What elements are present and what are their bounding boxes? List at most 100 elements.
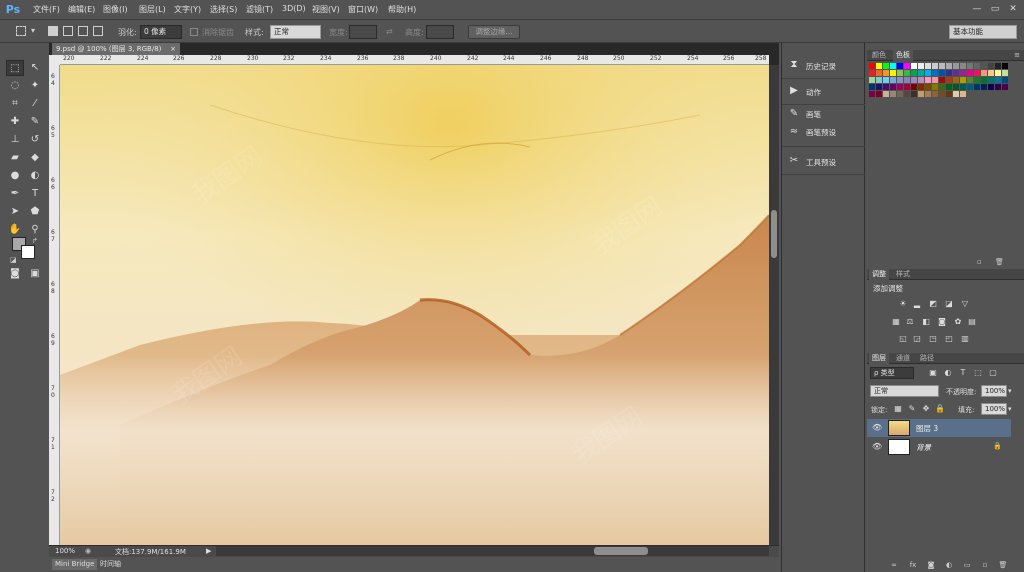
color-swatch[interactable] <box>974 70 980 76</box>
vertical-ruler[interactable]: 6 4 6 5 6 6 6 7 6 8 6 9 7 0 7 1 7 2 <box>49 65 60 545</box>
color-swatch[interactable] <box>946 70 952 76</box>
color-swatch[interactable] <box>876 63 882 69</box>
layer-style-icon[interactable]: fx <box>908 561 918 570</box>
dodge-tool-icon[interactable]: ◐ <box>26 168 44 184</box>
filter-shape-icon[interactable]: ⬚ <box>973 368 983 378</box>
panel-brush-preset[interactable]: ≈ 画笔预设 <box>782 123 865 147</box>
tab-timeline[interactable]: 时间轴 <box>97 559 124 570</box>
subtract-selection-icon[interactable] <box>78 26 88 36</box>
antialias-checkbox[interactable] <box>190 28 198 36</box>
color-swatch[interactable] <box>960 91 966 97</box>
color-swatch[interactable] <box>897 63 903 69</box>
color-swatch[interactable] <box>876 70 882 76</box>
color-swatch[interactable] <box>974 77 980 83</box>
color-swatch[interactable] <box>932 91 938 97</box>
color-swatch[interactable] <box>953 63 959 69</box>
filter-type-icon[interactable]: T <box>958 368 968 378</box>
color-swatch[interactable] <box>988 70 994 76</box>
tab-styles[interactable]: 样式 <box>893 269 913 280</box>
style-select[interactable]: 正常 <box>270 25 321 39</box>
lasso-tool-icon[interactable]: ◌ <box>6 78 24 94</box>
status-share-icon[interactable]: ◉ <box>85 547 91 555</box>
color-swatch[interactable] <box>946 77 952 83</box>
new-adjustment-icon[interactable]: ◐ <box>944 561 954 570</box>
panel-menu-icon[interactable]: ≡ <box>1014 51 1020 59</box>
fill-input[interactable]: 100% <box>981 403 1007 415</box>
swap-colors-icon[interactable]: ↱ <box>32 237 38 245</box>
color-swatch[interactable] <box>918 63 924 69</box>
color-swatch[interactable] <box>883 70 889 76</box>
paint-bucket-icon[interactable]: ◆ <box>26 150 44 166</box>
color-swatch[interactable] <box>995 84 1001 90</box>
color-swatch[interactable] <box>953 77 959 83</box>
filter-pixel-icon[interactable]: ▣ <box>928 368 938 378</box>
filter-adjust-icon[interactable]: ◐ <box>943 368 953 378</box>
layer-row[interactable]: 👁 背景 🔒 <box>867 438 1011 456</box>
horizontal-scroll-thumb[interactable] <box>594 547 648 555</box>
color-swatch[interactable] <box>869 63 875 69</box>
filter-smart-icon[interactable]: ▢ <box>988 368 998 378</box>
canvas[interactable]: 我图网 我图网 我图网 我图网 <box>60 65 769 545</box>
new-layer-icon[interactable]: ▫ <box>980 561 990 570</box>
color-lookup-icon[interactable]: ▤ <box>967 317 977 327</box>
default-colors-icon[interactable]: ◪ <box>10 256 17 264</box>
color-swatch[interactable] <box>918 70 924 76</box>
opacity-input[interactable]: 100% <box>981 385 1007 397</box>
color-swatch[interactable] <box>981 63 987 69</box>
color-swatch[interactable] <box>932 63 938 69</box>
channel-mixer-icon[interactable]: ✿ <box>953 317 963 327</box>
restore-button[interactable]: ▭ <box>988 3 1002 16</box>
pen-tool-icon[interactable]: ✒ <box>6 186 24 202</box>
color-swatch[interactable] <box>995 77 1001 83</box>
blur-tool-icon[interactable]: ● <box>6 168 24 184</box>
exposure-icon[interactable]: ◪ <box>944 299 954 309</box>
color-swatch[interactable] <box>904 77 910 83</box>
color-swatch[interactable] <box>925 63 931 69</box>
color-swatch[interactable] <box>911 77 917 83</box>
layer-row[interactable]: 👁 图层 3 <box>867 419 1011 437</box>
marquee-preset-icon[interactable] <box>16 26 26 36</box>
lock-transparent-icon[interactable]: ▦ <box>893 404 903 414</box>
color-swatch[interactable] <box>890 63 896 69</box>
color-swatch[interactable] <box>995 70 1001 76</box>
color-swatch[interactable] <box>869 91 875 97</box>
menu-image[interactable]: 图像(I) <box>103 4 128 15</box>
color-swatch[interactable] <box>925 70 931 76</box>
color-swatch[interactable] <box>897 91 903 97</box>
close-button[interactable]: ✕ <box>1006 3 1020 16</box>
color-swatch[interactable] <box>981 84 987 90</box>
curves-icon[interactable]: ◩ <box>928 299 938 309</box>
color-swatch[interactable] <box>953 84 959 90</box>
eyedropper-icon[interactable]: ⁄ <box>26 96 44 112</box>
new-selection-icon[interactable] <box>48 26 58 36</box>
vertical-scroll-thumb[interactable] <box>771 210 777 258</box>
delete-swatch-icon[interactable]: 🗑 <box>995 258 1004 266</box>
color-swatch[interactable] <box>925 77 931 83</box>
eye-icon[interactable]: 👁 <box>872 423 882 432</box>
swatch-grid[interactable] <box>867 61 1008 117</box>
chevron-down-icon[interactable]: ▾ <box>31 26 35 35</box>
color-swatch[interactable] <box>869 84 875 90</box>
tab-layers[interactable]: 图层 <box>869 353 889 364</box>
add-selection-icon[interactable] <box>63 26 73 36</box>
color-swatch[interactable] <box>953 70 959 76</box>
color-swatch[interactable] <box>946 84 952 90</box>
color-swatch[interactable] <box>904 91 910 97</box>
menu-window[interactable]: 窗口(W) <box>348 4 378 15</box>
intersect-selection-icon[interactable] <box>93 26 103 36</box>
color-swatch[interactable] <box>925 84 931 90</box>
color-swatch[interactable] <box>869 77 875 83</box>
panel-tool-preset[interactable]: ✂ 工具预设 <box>782 149 865 175</box>
tab-channels[interactable]: 通道 <box>893 353 913 364</box>
menu-type[interactable]: 文字(Y) <box>174 4 201 15</box>
chevron-down-icon[interactable]: ▾ <box>1008 387 1012 395</box>
color-swatch[interactable] <box>897 84 903 90</box>
refine-edge-button[interactable]: 调整边缘... <box>468 25 520 39</box>
zoom-level[interactable]: 100% <box>55 547 75 555</box>
menu-help[interactable]: 帮助(H) <box>388 4 416 15</box>
menu-select[interactable]: 选择(S) <box>210 4 237 15</box>
tab-color[interactable]: 颜色 <box>869 50 889 61</box>
color-swatch[interactable] <box>883 91 889 97</box>
levels-icon[interactable]: ▂ <box>912 299 922 309</box>
marquee-tool-icon[interactable]: ⬚ <box>6 60 24 76</box>
